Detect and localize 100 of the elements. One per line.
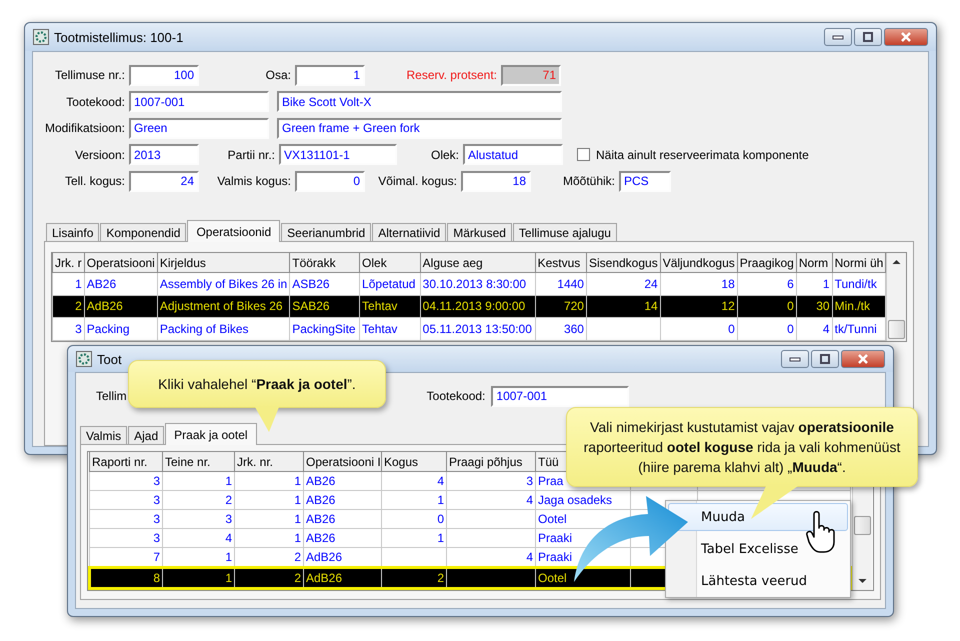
field-label: Valmis kogus: (216, 174, 292, 188)
table-cell: Jaga osadeks (538, 493, 612, 507)
tab[interactable]: Ajad (128, 426, 164, 444)
table-cell: 4 (526, 493, 533, 507)
maximize-icon (862, 32, 874, 42)
table-cell: 2 (294, 550, 301, 564)
table-cell: 0 (787, 322, 794, 336)
table-cell: 3 (153, 493, 160, 507)
minimize-button[interactable] (781, 350, 809, 368)
table-cell: Packing of Bikes (160, 322, 249, 336)
minimize-button[interactable] (824, 28, 852, 46)
table-cell: 05.11.2013 13:50:00 (422, 322, 532, 336)
table-cell: 1 (225, 571, 232, 585)
close-button[interactable] (884, 28, 928, 46)
field-label: Tell. kogus: (64, 174, 126, 188)
scrollbar-thumb[interactable] (854, 516, 871, 535)
scroll-down-arrow-icon[interactable] (858, 578, 867, 584)
table-cell: AdB26 (306, 571, 342, 585)
table-cell: 4 (437, 474, 444, 488)
app-gear-icon (76, 351, 92, 367)
field-label: Võimal. kogus: (377, 174, 458, 188)
scroll-up-arrow-icon[interactable] (892, 259, 902, 265)
table-cell: 1 (437, 531, 444, 545)
tab[interactable]: Praak ja ootel (165, 423, 257, 445)
table-cell: Adjustment of Bikes 26 (160, 299, 283, 314)
table-cell: 1 (294, 531, 301, 545)
tab[interactable]: Tellimuse ajalugu (512, 223, 617, 241)
window-title: Tootmistellimus: 100-1 (54, 30, 184, 44)
table-cell: Assembly of Bikes 26 in (160, 276, 288, 291)
table-cell: 3 (75, 322, 82, 336)
field-label: Reserv. protsent: (406, 68, 498, 82)
menu-item[interactable]: Tabel Excelisse (668, 535, 848, 563)
table-cell: 1 (294, 493, 301, 507)
close-icon (857, 354, 869, 364)
field-label: Mõõtühik: (562, 174, 616, 188)
table-cell: 1440 (557, 276, 584, 291)
tab[interactable]: Operatsioonid (187, 220, 280, 242)
table-cell: Tehtav (362, 322, 398, 336)
table-cell: 7 (153, 550, 160, 564)
input-field[interactable]: 100 (129, 64, 199, 86)
maximize-button[interactable] (811, 350, 839, 368)
table-cell: 1 (75, 276, 82, 291)
input-field[interactable]: Green frame + Green fork (277, 118, 562, 138)
table-cell: AdB26 (306, 550, 342, 564)
input-field[interactable]: 1007-001 (129, 91, 269, 112)
tab[interactable]: Seerianumbrid (281, 223, 372, 241)
field-label: Osa: (264, 68, 292, 82)
field-label: Tellimuse nr.: (54, 68, 126, 82)
scrollbar-thumb[interactable] (888, 320, 906, 339)
field-label: Tellim (96, 389, 127, 403)
input-field[interactable]: VX131101-1 (279, 144, 397, 165)
input-field[interactable]: 18 (461, 170, 531, 192)
input-field[interactable]: 1007-001 (491, 386, 630, 406)
table-row[interactable]: 3 Packing Packing of Bikes PackingSite Tehtav 05.11.2013 13:50:00 360 0 0 4 tk/Tunni (52, 318, 886, 340)
table-cell: 4 (822, 322, 830, 336)
table-cell: 1 (294, 474, 301, 488)
tab[interactable]: Alternatiivid (372, 223, 446, 241)
close-icon (900, 32, 912, 42)
input-field[interactable]: 1 (295, 64, 365, 86)
table-cell: 0 (437, 512, 444, 526)
table-cell: 2 (294, 571, 301, 585)
field-label: Modifikatsioon: (44, 121, 126, 135)
table-cell: 1 (225, 550, 232, 564)
minimize-icon (832, 34, 844, 40)
input-field[interactable]: Alustatud (463, 144, 563, 165)
table-cell: 2 (437, 571, 444, 585)
input-field[interactable]: 24 (129, 170, 199, 192)
table-cell: 12 (721, 299, 735, 314)
tab[interactable]: Komponendid (100, 223, 186, 241)
maximize-button[interactable] (854, 28, 882, 46)
table-cell: Praaki (538, 550, 572, 564)
input-field[interactable]: Green (129, 118, 269, 138)
column-header[interactable]: Tüü (538, 454, 559, 468)
input-field[interactable]: Bike Scott Volt-X (277, 91, 562, 112)
tab[interactable]: Valmis (80, 426, 128, 444)
table-row[interactable]: 1 AB26 Assembly of Bikes 26 in ASB26 Lõpetatud 30.10.2013 8:30:00 1440 24 18 6 1 Tundi/tk (52, 272, 886, 296)
table-cell: 3 (153, 474, 160, 488)
table-cell: 8 (153, 571, 160, 585)
checkbox[interactable] (577, 148, 590, 161)
table-cell: 6 (787, 276, 794, 291)
table-cell: Min./tk (834, 299, 870, 314)
menu-item[interactable]: Lähtesta veerud (668, 567, 848, 595)
input-field[interactable]: PCS (619, 170, 671, 192)
close-button[interactable] (841, 350, 885, 368)
table-cell: 4 (526, 550, 533, 564)
table-cell: 0 (787, 299, 794, 314)
table-row[interactable]: 2 AdB26 Adjustment of Bikes 26 SAB26 Tehtav 04.11.2013 9:00:00 720 14 12 0 30 Min./tk (52, 295, 886, 318)
table-cell: 04.11.2013 9:00:00 (422, 299, 526, 314)
table-cell: 2 (75, 299, 82, 314)
field-label: Tootekood: (426, 389, 486, 403)
table-cell: SAB26 (292, 299, 330, 314)
tab[interactable]: Lisainfo (46, 223, 100, 241)
table-cell: 3 (153, 531, 160, 545)
input-field[interactable]: 0 (295, 170, 365, 192)
table-cell: Tundi/tk (834, 276, 877, 291)
table-cell: 360 (564, 322, 584, 336)
input-field[interactable]: 2013 (129, 144, 199, 165)
table-cell: 1 (225, 474, 232, 488)
tab[interactable]: Märkused (447, 223, 512, 241)
table-cell: 3 (526, 474, 533, 488)
